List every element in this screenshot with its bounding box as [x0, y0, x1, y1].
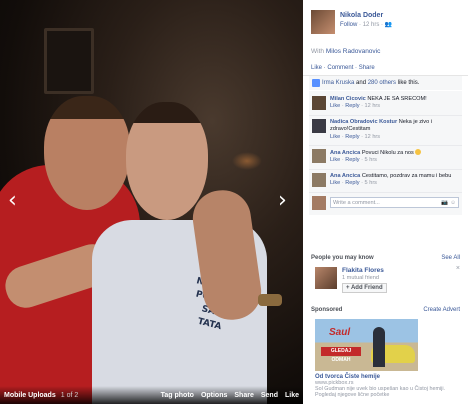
comment-text: Cestitamo, pozdrav za mamu i bebu	[361, 172, 452, 179]
ad-title[interactable]: Od tvorca Čiste hemije	[303, 371, 468, 380]
comment-time[interactable]: 5 hrs	[365, 180, 377, 186]
suggested-person-name[interactable]: Flakita Flores	[342, 267, 387, 274]
sponsored-header: Sponsored Create Advert	[303, 307, 468, 313]
comment-like-link[interactable]: Like	[330, 103, 340, 109]
options-button[interactable]: Options	[201, 392, 227, 399]
person-left-head	[44, 96, 130, 210]
comment: Ana Ancica Povuci Nikolu za nos Like · R…	[309, 145, 462, 169]
photo-toolbar: Mobile Uploads 1 of 2 Tag photo Options …	[0, 386, 303, 404]
ad-man	[373, 326, 385, 367]
photo-viewer: NARODE, POSTAO SAM TATA ‹ › Mobile Uploa…	[0, 0, 468, 404]
photo-position: 1 of 2	[60, 391, 79, 399]
write-comment-row: Write a comment... 📷 ☺	[309, 191, 462, 213]
comment-text: NEKA JE SA SRECOM!	[367, 96, 427, 102]
post-time[interactable]: 12 hrs	[363, 22, 380, 28]
others-link[interactable]: 280 others	[368, 80, 396, 86]
commenter-avatar[interactable]	[312, 118, 326, 133]
send-button[interactable]: Send	[261, 392, 278, 399]
camera-icon[interactable]: 📷	[441, 200, 448, 206]
comment-reply-link[interactable]: Reply	[345, 157, 359, 163]
background-door	[44, 28, 94, 94]
mutual-friends[interactable]: 1 mutual friend	[342, 275, 387, 281]
photo-actions: Tag photo Options Share Send Like	[161, 392, 299, 399]
post-like-link[interactable]: Like	[311, 65, 322, 71]
share-button[interactable]: Share	[234, 392, 253, 399]
commenter-avatar[interactable]	[312, 96, 326, 110]
person-right-head	[126, 102, 208, 220]
comment-time[interactable]: 5 hrs	[365, 157, 377, 163]
comment-input[interactable]: Write a comment... 📷 ☺	[330, 197, 459, 209]
comment-placeholder: Write a comment...	[333, 199, 380, 206]
tagged-person-link[interactable]: Milos Radovanovic	[326, 48, 381, 55]
side-panel: Nikola Doder Follow · 12 hrs · 👥 With Mi…	[303, 0, 468, 404]
tagged-with: With Milos Radovanovic	[303, 40, 468, 65]
comment-reply-link[interactable]: Reply	[345, 180, 359, 186]
pymk-item: Flakita Flores 1 mutual friend + Add Fri…	[303, 261, 468, 293]
create-advert-link[interactable]: Create Advert	[423, 307, 460, 313]
ad-description: Sol Gudman nije uvek bio uspešan kao u Č…	[315, 385, 446, 399]
comment: Nadica Obradovic Kostur Neka je zivo i z…	[309, 114, 462, 145]
add-friend-label: Add Friend	[350, 284, 383, 291]
smiley-icon	[415, 149, 422, 156]
like-button[interactable]: Like	[285, 392, 299, 399]
comment-like-link[interactable]: Like	[330, 180, 340, 186]
album-link[interactable]: Mobile Uploads	[4, 392, 56, 399]
post-meta: Follow · 12 hrs · 👥	[340, 21, 392, 28]
previous-photo-icon[interactable]: ‹	[8, 190, 17, 212]
commenter-avatar[interactable]	[312, 149, 326, 164]
commenter-name[interactable]: Ana Ancica	[330, 150, 360, 156]
post-author: Nikola Doder Follow · 12 hrs · 👥	[303, 0, 468, 40]
comment-time[interactable]: 12 hrs	[365, 103, 381, 109]
sponsored-title: Sponsored	[311, 306, 343, 313]
liker-link[interactable]: Irma Kruska	[322, 80, 354, 86]
commenter-name[interactable]: Nadica Obradovic Kostur	[330, 119, 397, 125]
likes-summary: Irma Kruska and 280 others like this.	[309, 76, 462, 90]
with-prefix: With	[311, 48, 324, 55]
post-share-link[interactable]: Share	[359, 65, 375, 71]
ad-banner-title: Saul	[329, 326, 351, 338]
comment-like-link[interactable]: Like	[330, 134, 340, 140]
close-icon[interactable]: ×	[456, 265, 460, 272]
post-comment-link[interactable]: Comment	[327, 65, 353, 71]
comment-time[interactable]: 12 hrs	[365, 134, 381, 140]
my-avatar	[312, 195, 326, 210]
ad-banner-sub: GLEDAJ ODMAH	[321, 346, 361, 363]
add-friend-button[interactable]: + Add Friend	[342, 282, 387, 293]
comment-footer: Like · Reply · 12 hrs	[330, 133, 381, 140]
commenter-name[interactable]: Ana Ancica	[330, 173, 360, 179]
thumbs-up-icon	[312, 79, 320, 87]
add-friend-icon: +	[346, 284, 350, 291]
author-name[interactable]: Nikola Doder	[340, 12, 392, 19]
tag-photo-button[interactable]: Tag photo	[161, 392, 194, 399]
comment: Ana Ancica Cestitamo, pozdrav za mamu i …	[309, 168, 462, 192]
suggested-person-avatar[interactable]	[315, 266, 337, 289]
likes-suffix: like this.	[397, 80, 420, 86]
comment-like-link[interactable]: Like	[330, 157, 340, 163]
wrist-watch	[258, 294, 282, 306]
commenter-name[interactable]: Milan Cicovic	[330, 96, 366, 102]
background-lamp	[232, 152, 262, 170]
post-actions: Like · Comment · Share	[303, 65, 468, 76]
comment-footer: Like · Reply · 12 hrs	[330, 103, 381, 110]
comment-reply-link[interactable]: Reply	[345, 134, 359, 140]
comment-footer: Like · Reply · 5 hrs	[330, 180, 377, 187]
commenter-avatar[interactable]	[312, 172, 326, 187]
ad-image[interactable]: Saul GLEDAJ ODMAH	[315, 318, 418, 371]
comment: Milan Cicovic NEKA JE SA SRECOM! Like · …	[309, 93, 462, 115]
emoji-icon[interactable]: ☺	[450, 200, 456, 206]
likes-and: and	[356, 80, 367, 86]
comment-text: Povuci Nikolu za nos	[361, 150, 414, 157]
comment-list: Milan Cicovic NEKA JE SA SRECOM! Like · …	[309, 91, 462, 215]
author-avatar[interactable]	[311, 10, 335, 34]
audience-icon[interactable]: 👥	[385, 22, 392, 28]
next-photo-icon[interactable]: ›	[278, 190, 287, 212]
comment-reply-link[interactable]: Reply	[345, 103, 359, 109]
photo[interactable]: NARODE, POSTAO SAM TATA ‹ › Mobile Uploa…	[0, 0, 303, 404]
follow-link[interactable]: Follow	[340, 22, 357, 28]
comment-footer: Like · Reply · 5 hrs	[330, 157, 377, 164]
